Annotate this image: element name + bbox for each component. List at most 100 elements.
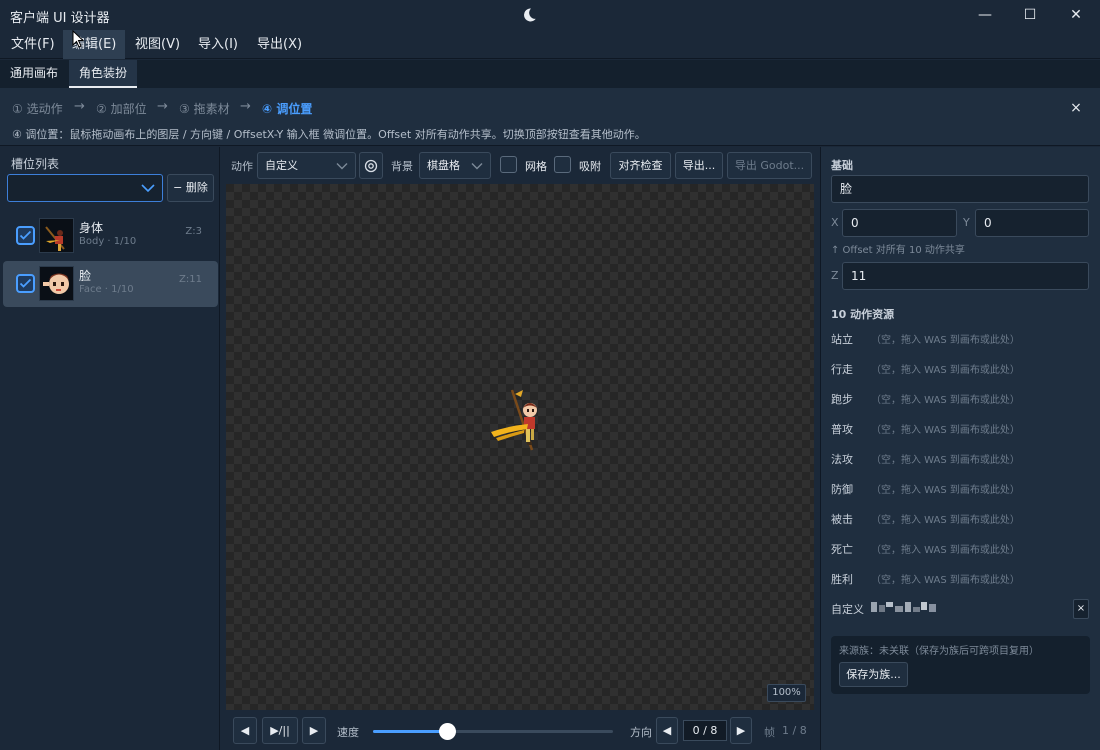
tab-character-dressup[interactable]: 角色装扮 <box>69 60 138 88</box>
y-label: Y <box>963 216 970 229</box>
action-row-defend[interactable]: 防御 （空，拖入 WAS 到画布或此处） <box>831 479 1091 499</box>
action-name: 普攻 <box>831 423 853 436</box>
action-drop-target[interactable]: （空，拖入 WAS 到画布或此处） <box>871 511 1020 526</box>
step-arrow: → <box>157 99 168 114</box>
prev-frame-button[interactable]: ◀ <box>233 717 257 744</box>
step-adjust-position[interactable]: ④ 调位置 <box>262 100 312 117</box>
minimize-button[interactable]: — <box>962 0 1008 30</box>
design-canvas[interactable]: 100% <box>226 184 814 710</box>
action-row-victory[interactable]: 胜利 （空，拖入 WAS 到画布或此处） <box>831 569 1091 589</box>
body-thumbnail <box>39 218 74 253</box>
direction-value[interactable]: 0 / 8 <box>683 720 727 741</box>
grid-checkbox[interactable] <box>500 156 517 173</box>
export-godot-button[interactable]: 导出 Godot... <box>727 152 812 179</box>
background-label: 背景 <box>391 160 413 173</box>
menu-file[interactable]: 文件(F) <box>2 30 64 59</box>
action-drop-target[interactable]: （空，拖入 WAS 到画布或此处） <box>871 451 1020 466</box>
speed-label: 速度 <box>337 726 359 739</box>
action-drop-target[interactable]: （空，拖入 WAS 到画布或此处） <box>871 391 1020 406</box>
action-row-walk[interactable]: 行走 （空，拖入 WAS 到画布或此处） <box>831 359 1091 379</box>
actions-heading: 10 动作资源 <box>831 308 895 321</box>
slot-name: 身体 <box>79 221 104 235</box>
background-select[interactable]: 棋盘格 <box>419 152 491 179</box>
menu-import[interactable]: 导入(I) <box>189 30 247 59</box>
step-choose-action[interactable]: ① 选动作 <box>12 100 63 117</box>
next-frame-button[interactable]: ▶ <box>302 717 326 744</box>
offset-note: ↑ Offset 对所有 10 动作共享 <box>831 245 965 256</box>
basic-heading: 基础 <box>831 159 853 172</box>
speed-slider-fill <box>373 730 448 733</box>
zoom-indicator: 100% <box>767 684 806 702</box>
slot-z-index: Z:11 <box>179 274 202 285</box>
action-drop-target[interactable]: （空，拖入 WAS 到画布或此处） <box>871 481 1020 496</box>
character-sprite[interactable] <box>488 388 548 458</box>
name-input[interactable]: 脸 <box>831 175 1089 203</box>
speed-slider-thumb[interactable] <box>439 723 457 740</box>
export-button[interactable]: 导出... <box>675 152 723 179</box>
menu-view[interactable]: 视图(V) <box>126 30 189 59</box>
step-arrow: → <box>74 99 85 114</box>
align-check-button[interactable]: 对齐检查 <box>610 152 671 179</box>
chevron-down-icon <box>471 163 483 170</box>
step-drag-asset[interactable]: ③ 拖素材 <box>179 100 230 117</box>
action-drop-target[interactable]: （空，拖入 WAS 到画布或此处） <box>871 421 1020 436</box>
family-status: 来源族：未关联（保存为族后可跨项目复用） <box>839 646 1039 657</box>
frame-value: 1 / 8 <box>782 724 807 737</box>
action-drop-target[interactable]: （空，拖入 WAS 到画布或此处） <box>871 571 1020 586</box>
mouse-cursor-icon <box>72 30 84 48</box>
moon-icon[interactable] <box>520 6 538 24</box>
background-select-value: 棋盘格 <box>427 159 460 172</box>
action-label: 动作 <box>231 160 253 173</box>
delete-slot-button[interactable]: − 删除 <box>167 174 214 202</box>
action-row-run[interactable]: 跑步 （空，拖入 WAS 到画布或此处） <box>831 389 1091 409</box>
offset-y-input[interactable]: 0 <box>975 209 1089 237</box>
checkbox-checked-icon[interactable] <box>16 274 35 293</box>
speed-slider[interactable] <box>373 723 613 740</box>
close-window-button[interactable]: ✕ <box>1053 0 1099 30</box>
z-input[interactable]: 11 <box>842 262 1089 290</box>
action-drop-target[interactable]: （空，拖入 WAS 到画布或此处） <box>871 541 1020 556</box>
slot-row-body[interactable]: 身体 Body · 1/10 Z:3 <box>3 213 218 259</box>
checkbox-checked-icon[interactable] <box>16 226 35 245</box>
menu-bar: 文件(F) 编辑(E) 视图(V) 导入(I) 导出(X) <box>0 30 1100 59</box>
slot-subtitle: Body · 1/10 <box>79 236 137 247</box>
action-row-attack[interactable]: 普攻 （空，拖入 WAS 到画布或此处） <box>831 419 1091 439</box>
canvas-toolbar: 动作 自定义 背景 棋盘格 网格 吸附 对齐检查 导出... 导出 Godot.… <box>224 147 816 183</box>
snap-checkbox[interactable] <box>554 156 571 173</box>
action-row-magic[interactable]: 法攻 （空，拖入 WAS 到画布或此处） <box>831 449 1091 469</box>
steps-bar: ① 选动作 → ② 加部位 → ③ 拖素材 → ④ 调位置 ④ 调位置：鼠标拖动… <box>0 88 1100 146</box>
direction-label: 方向 <box>630 726 652 739</box>
title-bar: 客户端 UI 设计器 — ☐ ✕ <box>0 0 1100 30</box>
step-add-part[interactable]: ② 加部位 <box>96 100 147 117</box>
action-settings-button[interactable] <box>359 152 383 179</box>
menu-export[interactable]: 导出(X) <box>248 30 311 59</box>
action-row-hit[interactable]: 被击 （空，拖入 WAS 到画布或此处） <box>831 509 1091 529</box>
slot-panel: 槽位列表 − 删除 身体 Body · 1/10 Z:3 脸 Face · 1/… <box>0 147 220 750</box>
action-row-stand[interactable]: 站立 （空，拖入 WAS 到画布或此处） <box>831 329 1091 349</box>
action-name: 防御 <box>831 483 853 496</box>
maximize-button[interactable]: ☐ <box>1007 0 1053 30</box>
properties-panel: 基础 脸 X 0 Y 0 ↑ Offset 对所有 10 动作共享 Z 11 1… <box>820 147 1100 750</box>
play-pause-button[interactable]: ▶/|| <box>262 717 298 744</box>
action-row-custom[interactable]: 自定义 <box>831 599 1091 619</box>
grid-label: 网格 <box>525 160 547 173</box>
action-select[interactable]: 自定义 <box>257 152 356 179</box>
tab-general-canvas[interactable]: 通用画布 <box>0 60 68 88</box>
action-drop-target[interactable]: （空，拖入 WAS 到画布或此处） <box>871 331 1020 346</box>
x-label: X <box>831 216 839 229</box>
offset-x-input[interactable]: 0 <box>842 209 957 237</box>
action-name: 法攻 <box>831 453 853 466</box>
slot-select[interactable] <box>7 174 163 202</box>
slot-row-face[interactable]: 脸 Face · 1/10 Z:11 <box>3 261 218 307</box>
save-as-family-button[interactable]: 保存为族... <box>839 662 908 687</box>
clear-custom-button[interactable]: × <box>1073 599 1089 619</box>
direction-prev-button[interactable]: ◀ <box>656 717 678 744</box>
chevron-down-icon <box>141 184 155 193</box>
action-row-death[interactable]: 死亡 （空，拖入 WAS 到画布或此处） <box>831 539 1091 559</box>
tab-bar: 通用画布 角色装扮 <box>0 60 1100 88</box>
close-icon[interactable]: × <box>1068 100 1084 116</box>
action-drop-target[interactable]: （空，拖入 WAS 到画布或此处） <box>871 361 1020 376</box>
snap-label: 吸附 <box>579 160 601 173</box>
direction-next-button[interactable]: ▶ <box>730 717 752 744</box>
action-select-value: 自定义 <box>265 159 298 172</box>
